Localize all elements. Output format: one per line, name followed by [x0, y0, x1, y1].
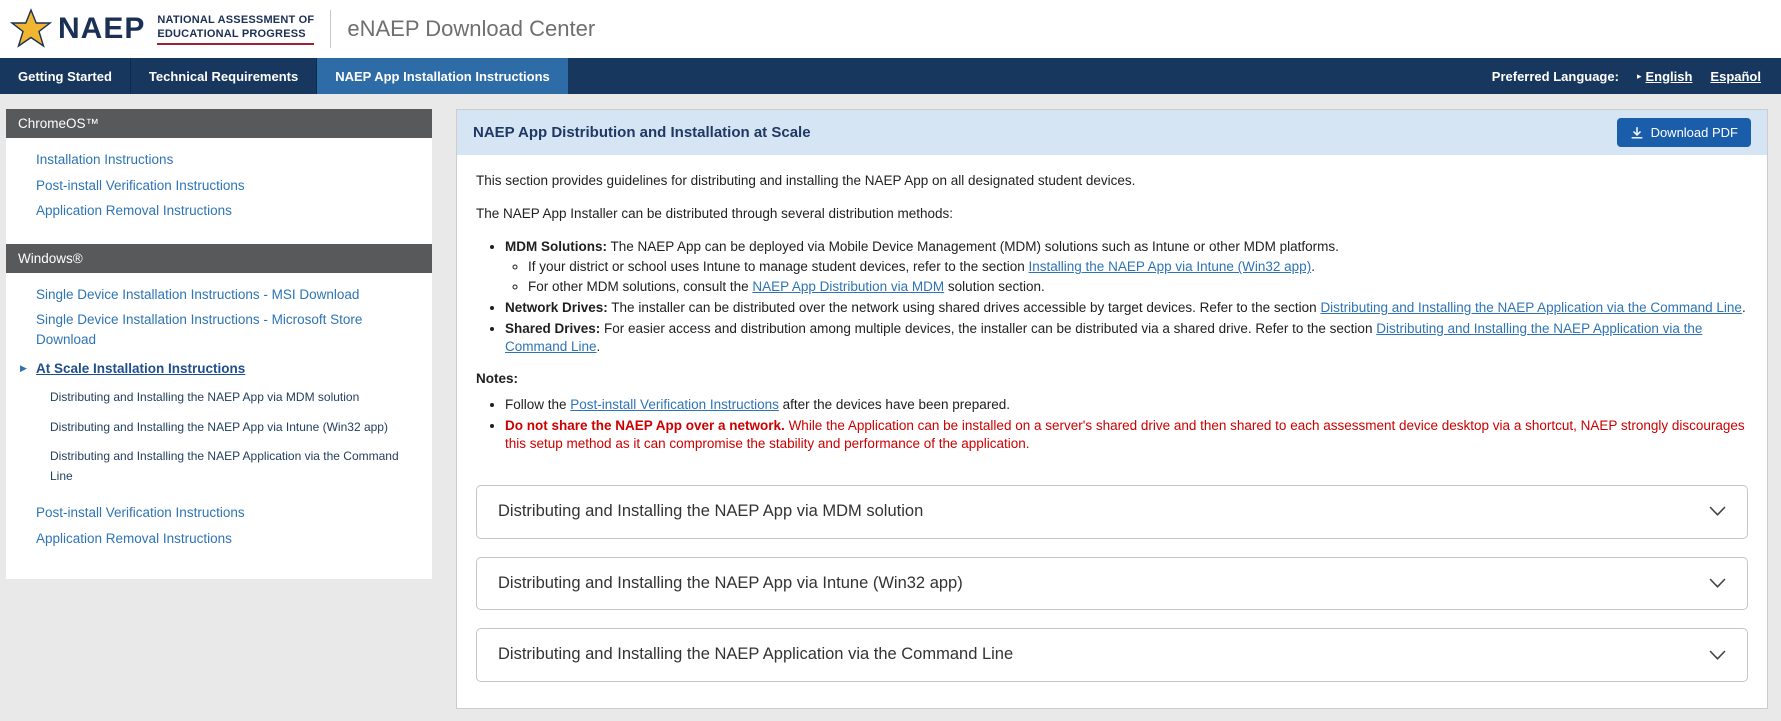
list-item: Post-install Verification Instructions — [6, 500, 432, 526]
sidebar-section-windows-title: Windows® — [18, 251, 83, 266]
naep-logo: NAEP NATIONAL ASSESSMENT OF EDUCATIONAL … — [10, 8, 314, 50]
accordion-group: Distributing and Installing the NAEP App… — [476, 485, 1748, 682]
sidebar-item-windows-store[interactable]: Single Device Installation Instructions … — [36, 312, 362, 347]
mdm-sub2-text: For other MDM solutions, consult the — [528, 279, 752, 294]
sidebar-section-chromeos-title: ChromeOS™ — [18, 116, 99, 131]
main-nav: Getting Started Technical Requirements N… — [0, 58, 1781, 94]
sidebar-item-chromeos-installation[interactable]: Installation Instructions — [36, 152, 173, 167]
page-title: NAEP App Distribution and Installation a… — [473, 124, 811, 141]
network-text: The installer can be distributed over th… — [608, 300, 1321, 315]
note1-text: Follow the — [505, 397, 570, 412]
sidebar-section-windows-header: Windows® — [6, 244, 432, 273]
mdm-sub1-suffix: . — [1311, 259, 1315, 274]
naep-wordmark: NAEP — [58, 14, 145, 44]
accordion-intune-win32-title: Distributing and Installing the NAEP App… — [498, 573, 963, 595]
download-icon — [1630, 126, 1644, 140]
language-english-link[interactable]: English — [1645, 69, 1692, 84]
list-item-mdm: MDM Solutions: The NAEP App can be deplo… — [505, 238, 1748, 296]
tab-technical-requirements[interactable]: Technical Requirements — [131, 58, 317, 94]
sidebar-item-chromeos-postinstall[interactable]: Post-install Verification Instructions — [36, 178, 245, 193]
list-item-note-2: Do not share the NAEP App over a network… — [505, 417, 1748, 453]
note1-suffix: after the devices have been prepared. — [779, 397, 1010, 412]
sidebar-item-windows-at-scale[interactable]: At Scale Installation Instructions — [36, 361, 245, 376]
preferred-language-label: Preferred Language: — [1492, 69, 1619, 84]
mdm-sub1-text: If your district or school uses Intune t… — [528, 259, 1029, 274]
sidebar-subitem-intune-win32[interactable]: Distributing and Installing the NAEP App… — [50, 420, 388, 434]
accordion-command-line-title: Distributing and Installing the NAEP App… — [498, 644, 1013, 666]
link-command-line-network[interactable]: Distributing and Installing the NAEP App… — [1320, 300, 1742, 315]
list-item-shared-drives: Shared Drives: For easier access and dis… — [505, 320, 1748, 356]
sidebar: ChromeOS™ Installation Instructions Post… — [6, 109, 432, 579]
mdm-bold-label: MDM Solutions: — [505, 239, 607, 254]
sidebar-chromeos-links: Installation Instructions Post-install V… — [6, 147, 432, 224]
intro-paragraph-1: This section provides guidelines for dis… — [476, 172, 1748, 190]
accordion-command-line[interactable]: Distributing and Installing the NAEP App… — [476, 628, 1748, 682]
tab-naep-app-installation-instructions[interactable]: NAEP App Installation Instructions — [317, 58, 568, 94]
naep-star-icon — [10, 8, 52, 50]
sidebar-subitem-command-line[interactable]: Distributing and Installing the NAEP App… — [50, 449, 399, 483]
note2-warning-bold: Do not share the NAEP App over a network… — [505, 418, 785, 433]
mdm-sub2-suffix: solution section. — [944, 279, 1045, 294]
shared-bold-label: Shared Drives: — [505, 321, 600, 336]
accordion-mdm-solution-title: Distributing and Installing the NAEP App… — [498, 501, 923, 523]
list-item-note-1: Follow the Post-install Verification Ins… — [505, 396, 1748, 414]
language-spanish-link[interactable]: Español — [1710, 69, 1761, 84]
list-item-sub: Distributing and Installing the NAEP App… — [6, 382, 432, 412]
list-item-mdm-sub1: If your district or school uses Intune t… — [528, 258, 1748, 276]
mdm-text: The NAEP App can be deployed via Mobile … — [607, 239, 1339, 254]
list-item: Single Device Installation Instructions … — [6, 307, 432, 352]
list-item: Post-install Verification Instructions — [6, 173, 432, 199]
chevron-down-icon — [1709, 650, 1726, 661]
intro-paragraph-2: The NAEP App Installer can be distribute… — [476, 205, 1748, 223]
sidebar-item-chromeos-removal[interactable]: Application Removal Instructions — [36, 203, 232, 218]
shared-text: For easier access and distribution among… — [600, 321, 1376, 336]
list-item: Single Device Installation Instructions … — [6, 282, 432, 308]
sidebar-item-windows-msi[interactable]: Single Device Installation Instructions … — [36, 287, 359, 302]
notes-list: Follow the Post-install Verification Ins… — [476, 396, 1748, 452]
sidebar-item-windows-postinstall[interactable]: Post-install Verification Instructions — [36, 505, 245, 520]
list-item: Application Removal Instructions — [6, 198, 432, 224]
panel-header: NAEP App Distribution and Installation a… — [457, 110, 1767, 155]
download-pdf-label: Download PDF — [1651, 125, 1738, 140]
list-item-active: ▶ At Scale Installation Instructions — [6, 356, 432, 382]
top-header: NAEP NATIONAL ASSESSMENT OF EDUCATIONAL … — [0, 0, 1781, 58]
chevron-down-icon — [1709, 506, 1726, 517]
language-switcher: Preferred Language: ▸ English Español — [1492, 58, 1781, 94]
sidebar-item-windows-removal[interactable]: Application Removal Instructions — [36, 531, 232, 546]
list-item-network-drives: Network Drives: The installer can be dis… — [505, 299, 1748, 317]
link-intune-win32[interactable]: Installing the NAEP App via Intune (Win3… — [1029, 259, 1312, 274]
header-divider — [330, 10, 331, 48]
download-pdf-button[interactable]: Download PDF — [1617, 118, 1751, 147]
mdm-sublist: If your district or school uses Intune t… — [505, 258, 1748, 296]
naep-tagline-line1: NATIONAL ASSESSMENT OF — [157, 14, 314, 26]
list-item: Application Removal Instructions — [6, 526, 432, 552]
main-panel: NAEP App Distribution and Installation a… — [456, 109, 1768, 709]
accordion-mdm-solution[interactable]: Distributing and Installing the NAEP App… — [476, 485, 1748, 539]
panel-body: This section provides guidelines for dis… — [457, 155, 1767, 708]
language-english-wrap: ▸ English — [1637, 69, 1692, 84]
active-item-arrow-icon: ▶ — [20, 364, 27, 373]
network-suffix: . — [1742, 300, 1746, 315]
app-title: eNAEP Download Center — [347, 16, 595, 42]
list-item-mdm-sub2: For other MDM solutions, consult the NAE… — [528, 278, 1748, 296]
shared-suffix: . — [597, 339, 601, 354]
link-postinstall-verification[interactable]: Post-install Verification Instructions — [570, 397, 779, 412]
list-item: Installation Instructions — [6, 147, 432, 173]
sidebar-windows-links: Single Device Installation Instructions … — [6, 282, 432, 552]
naep-tagline: NATIONAL ASSESSMENT OF EDUCATIONAL PROGR… — [157, 13, 314, 46]
sidebar-subitem-mdm-solution[interactable]: Distributing and Installing the NAEP App… — [50, 390, 359, 404]
distribution-methods-list: MDM Solutions: The NAEP App can be deplo… — [476, 238, 1748, 356]
accordion-intune-win32[interactable]: Distributing and Installing the NAEP App… — [476, 557, 1748, 611]
network-bold-label: Network Drives: — [505, 300, 608, 315]
link-mdm-distribution[interactable]: NAEP App Distribution via MDM — [752, 279, 944, 294]
content-area: ChromeOS™ Installation Instructions Post… — [0, 94, 1781, 721]
chevron-down-icon — [1709, 578, 1726, 589]
notes-label: Notes: — [476, 370, 1748, 388]
list-item-sub: Distributing and Installing the NAEP App… — [6, 441, 432, 490]
sidebar-section-chromeos-header: ChromeOS™ — [6, 109, 432, 138]
naep-tagline-line2: EDUCATIONAL PROGRESS — [157, 28, 305, 40]
tab-getting-started[interactable]: Getting Started — [0, 58, 131, 94]
language-arrow-icon: ▸ — [1637, 72, 1642, 81]
list-item-sub: Distributing and Installing the NAEP App… — [6, 412, 432, 442]
